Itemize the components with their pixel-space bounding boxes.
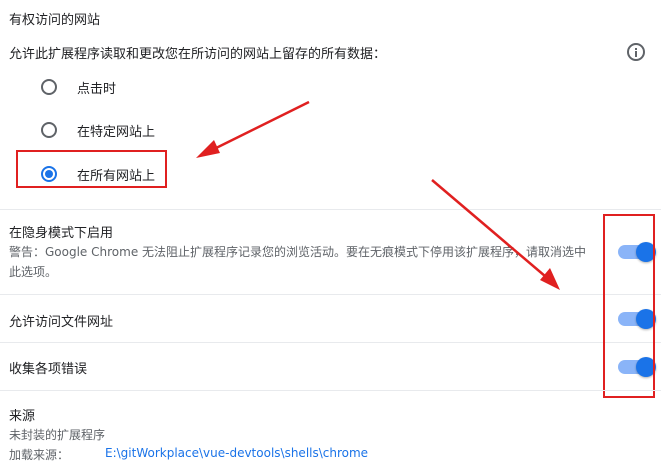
arrow-line-to-toggles <box>431 179 553 283</box>
arrow-head-to-radio <box>196 140 220 158</box>
annotation-arrows <box>196 100 560 290</box>
arrow-head-to-toggles <box>540 268 560 290</box>
arrow-line-to-radio <box>205 100 310 155</box>
